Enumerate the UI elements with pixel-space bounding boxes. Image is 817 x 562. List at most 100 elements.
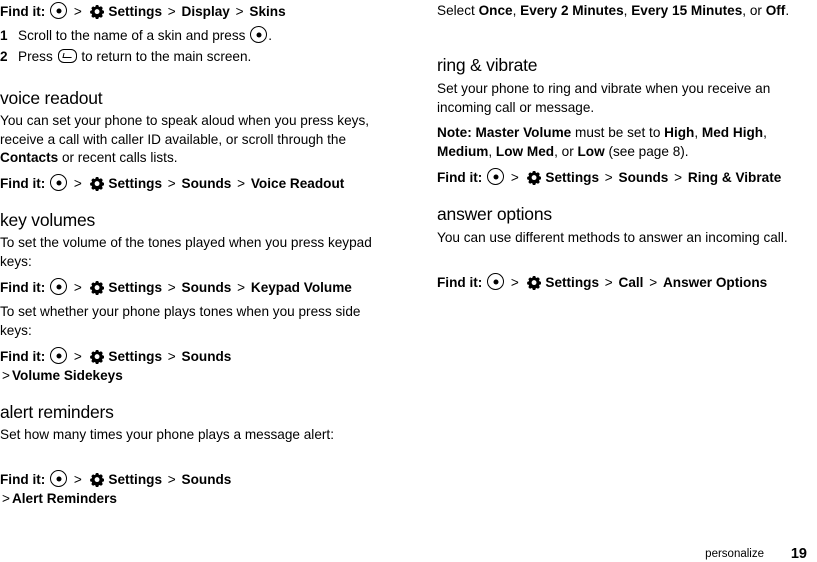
suffix: . — [785, 3, 790, 18]
findit-path-item[interactable]: Sounds — [182, 280, 232, 295]
findit-path-item[interactable]: Sounds — [182, 176, 232, 191]
findit-path-item[interactable]: Settings — [108, 4, 162, 19]
findit-skins: Find it: > Settings > Display > Skins — [0, 2, 375, 21]
note-text: (see page 8). — [604, 143, 689, 159]
step-number: 1 — [0, 28, 8, 43]
path-separator: > — [674, 170, 683, 185]
path-separator: > — [167, 349, 176, 364]
path-separator: > — [73, 176, 82, 191]
option-once: Once — [478, 3, 513, 18]
section-heading-voice-readout: voice readout — [0, 88, 103, 108]
step-text-after: to return to the main screen. — [81, 49, 252, 64]
findit-keypad-volume: Find it: > Settings > Sounds > Keypad Vo… — [0, 278, 375, 297]
settings-gear-icon — [89, 280, 104, 295]
findit-path-item[interactable]: Call — [619, 275, 644, 290]
center-select-key-icon — [250, 26, 268, 43]
path-separator: > — [649, 275, 658, 290]
findit-path-item[interactable]: Settings — [108, 280, 162, 295]
findit-path-item[interactable]: Voice Readout — [251, 176, 344, 191]
section-heading-answer-options: answer options — [437, 204, 552, 224]
path-separator: > — [604, 275, 613, 290]
settings-gear-icon — [89, 176, 104, 191]
note-bold-high: High — [664, 125, 695, 140]
paragraph-side-keys: To set whether your phone plays tones wh… — [0, 304, 361, 338]
center-select-key-icon — [50, 278, 68, 295]
section-heading-key-volumes: key volumes — [0, 210, 96, 230]
findit-path-item[interactable]: Settings — [545, 170, 599, 185]
note-text: , or — [554, 143, 578, 159]
findit-path-item[interactable]: Keypad Volume — [251, 280, 352, 295]
footer-chapter-label: personalize — [705, 548, 764, 560]
findit-path-item[interactable]: Skins — [249, 4, 285, 19]
note-bold-low: Low — [577, 143, 605, 159]
step-list: 1 Scroll to the name of a skin and press… — [0, 26, 375, 68]
option-off: Off — [765, 3, 786, 18]
findit-path-item[interactable]: Sounds — [182, 349, 232, 364]
path-separator: > — [604, 170, 613, 185]
paragraph-key-volumes: To set the volume of the tones played wh… — [0, 235, 372, 269]
path-separator: > — [510, 275, 519, 290]
findit-label: Find it: — [0, 349, 46, 364]
path-separator: > — [73, 4, 82, 19]
findit-path-item[interactable]: Sounds — [619, 170, 669, 185]
center-select-key-icon — [50, 2, 68, 19]
findit-label: Find it: — [437, 275, 483, 290]
path-separator: > — [510, 170, 519, 185]
back-key-icon — [57, 49, 77, 63]
findit-label: Find it: — [0, 176, 46, 191]
findit-path-item[interactable]: Ring & Vibrate — [688, 170, 781, 185]
paragraph-answer-options: You can use different methods to answer … — [437, 230, 788, 245]
path-separator: > — [237, 176, 246, 191]
path-separator: > — [167, 176, 176, 191]
step-text: Press — [18, 49, 53, 64]
settings-gear-icon — [526, 275, 541, 290]
note-text: , — [763, 125, 767, 140]
center-select-key-icon — [50, 470, 68, 487]
findit-path-item[interactable]: Settings — [108, 472, 162, 487]
center-select-key-icon — [487, 273, 505, 290]
manual-page: Find it: > Settings > Display > Skins 1 … — [0, 0, 817, 562]
option-every-15-minutes: Every 15 Minutes — [631, 3, 743, 18]
findit-voice-readout: Find it: > Settings > Sounds > Voice Rea… — [0, 174, 375, 193]
path-separator: > — [167, 280, 176, 295]
note-bold-medium: Medium — [437, 143, 489, 159]
note-text: , — [694, 125, 702, 140]
inline-bold-contacts: Contacts — [0, 150, 59, 165]
paragraph-alert-reminders: Set how many times your phone plays a me… — [0, 427, 334, 442]
findit-path-item[interactable]: Settings — [108, 349, 162, 364]
note-master-volume: Note: Master Volume must be set to High,… — [437, 124, 812, 161]
findit-path-item[interactable]: Alert Reminders — [12, 491, 117, 506]
findit-path-item[interactable]: Settings — [108, 176, 162, 191]
step-text-after: . — [268, 28, 272, 43]
center-select-key-icon — [487, 168, 505, 185]
section-heading-ring-vibrate: ring & vibrate — [437, 55, 538, 75]
note-text: , — [488, 143, 496, 159]
findit-label: Find it: — [0, 280, 46, 295]
list-item: 1 Scroll to the name of a skin and press… — [0, 26, 375, 45]
path-separator: > — [235, 4, 244, 19]
findit-volume-sidekeys-cont: > Volume Sidekeys — [0, 366, 375, 385]
footer-page-number: 19 — [790, 546, 807, 562]
settings-gear-icon — [89, 472, 104, 487]
findit-path-item[interactable]: Display — [182, 4, 230, 19]
findit-path-item[interactable]: Answer Options — [663, 275, 767, 290]
paragraph-alert-reminder-options: Select Once, Every 2 Minutes, Every 15 M… — [437, 3, 790, 18]
paragraph-ring-vibrate: Set your phone to ring and vibrate when … — [437, 81, 771, 115]
center-select-key-icon — [50, 174, 68, 191]
path-separator: > — [167, 4, 176, 19]
findit-ring-vibrate: Find it: > Settings > Sounds > Ring & Vi… — [437, 168, 812, 187]
step-text: Scroll to the name of a skin and press — [18, 28, 246, 43]
findit-label: Find it: — [437, 170, 483, 185]
paragraph-voice-readout: You can set your phone to speak aloud wh… — [0, 113, 370, 165]
findit-path-item[interactable]: Volume Sidekeys — [12, 368, 123, 383]
step-number: 2 — [0, 49, 8, 64]
findit-path-item[interactable]: Sounds — [182, 472, 232, 487]
findit-label: Find it: — [0, 472, 46, 487]
findit-label: Find it: — [0, 4, 46, 19]
note-bold-master-volume: Master Volume — [475, 125, 572, 140]
note-bold-med-high: Med High — [701, 125, 764, 140]
findit-path-item[interactable]: Settings — [545, 275, 599, 290]
path-separator: > — [167, 472, 176, 487]
list-item: 2 Press to return to the main screen. — [0, 47, 375, 66]
select-prefix: Select — [437, 3, 479, 18]
